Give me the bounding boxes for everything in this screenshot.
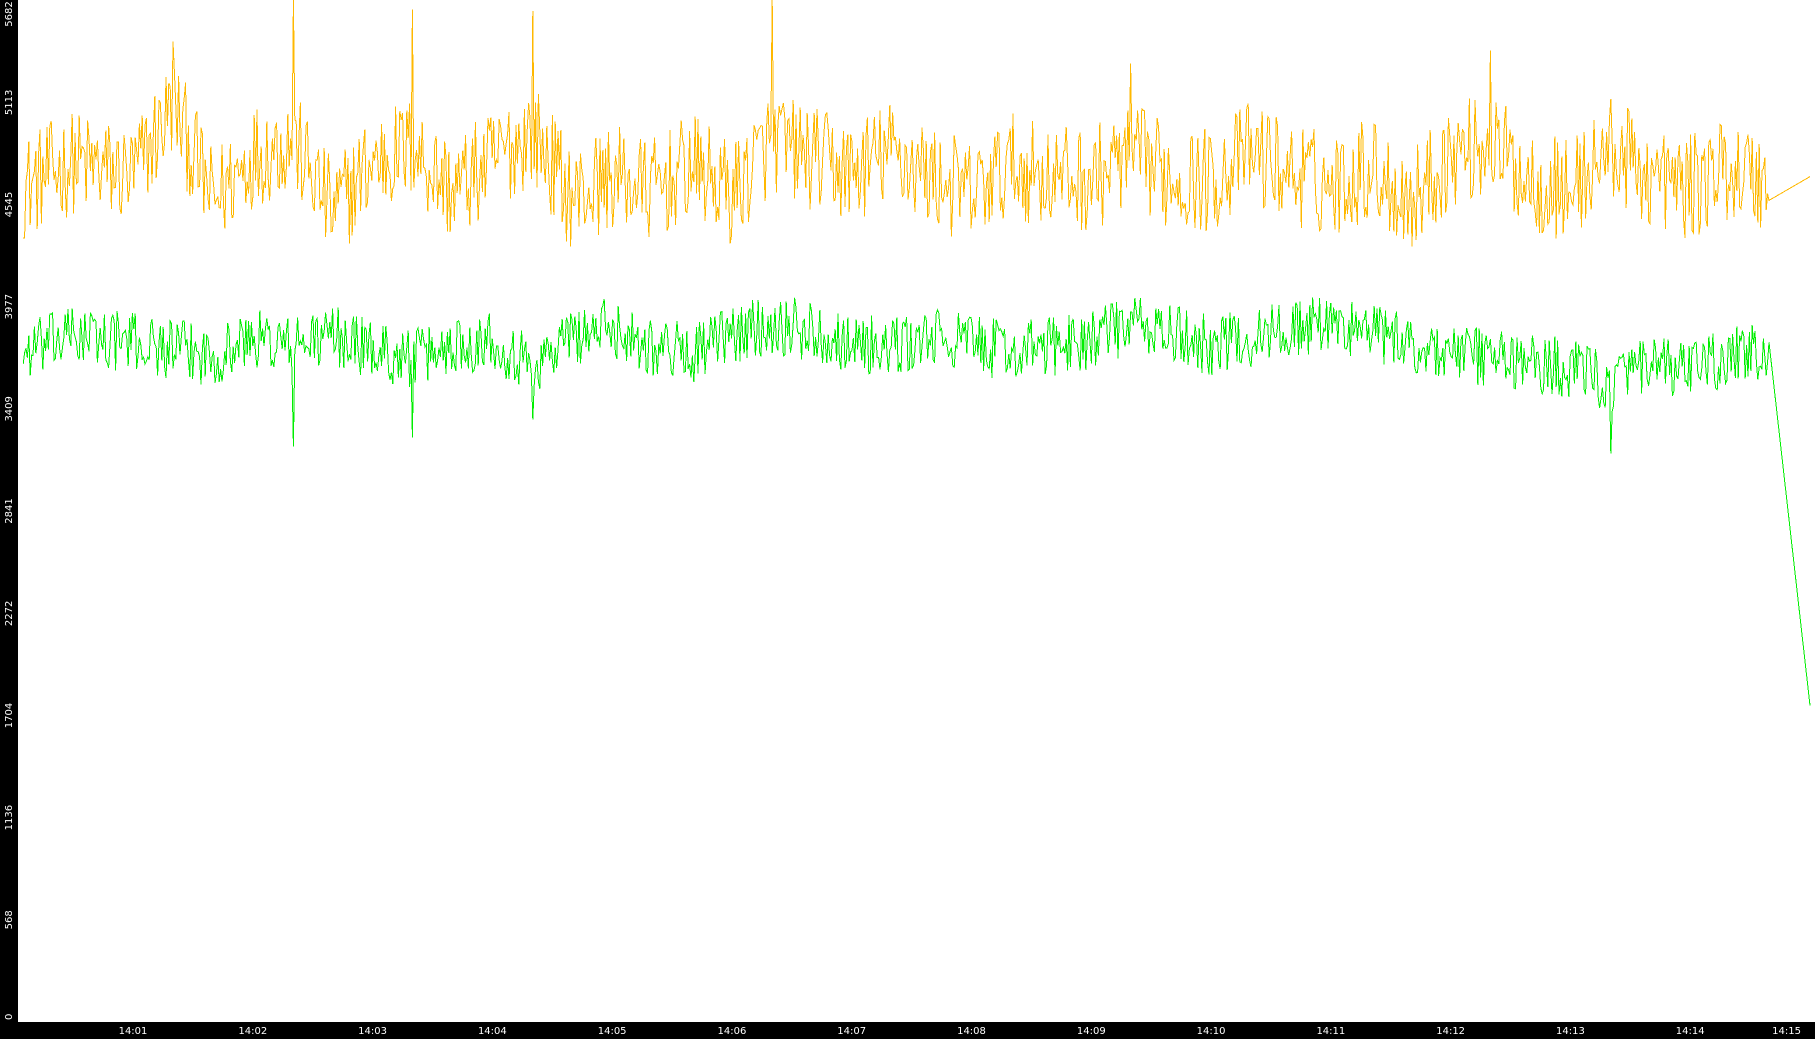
y-tick-label: 5682 [4,1,15,26]
y-tick-label: 1704 [4,703,15,728]
x-tick-label: 14:04 [478,1026,507,1037]
x-tick-label: 14:11 [1316,1026,1345,1037]
y-tick-label: 3977 [4,294,15,319]
y-tick-label: 3409 [4,396,15,421]
x-tick-label: 14:13 [1556,1026,1585,1037]
x-tick-label: 14:07 [837,1026,866,1037]
x-tick-label: 14:05 [598,1026,627,1037]
x-tick-label: 14:10 [1197,1026,1226,1037]
x-tick-label: 14:06 [718,1026,747,1037]
y-tick-label: 568 [4,910,15,929]
x-tick-label: 14:09 [1077,1026,1106,1037]
x-tick-label: 14:15 [1772,1026,1801,1037]
x-tick-label: 14:12 [1436,1026,1465,1037]
x-axis-panel [0,1022,1815,1039]
y-tick-label: 5113 [4,90,15,115]
y-tick-label: 1136 [4,805,15,830]
y-tick-label: 0 [4,1014,15,1020]
y-tick-label: 2841 [4,498,15,523]
x-tick-label: 14:01 [119,1026,148,1037]
x-tick-label: 14:02 [238,1026,267,1037]
x-tick-label: 14:14 [1676,1026,1705,1037]
line-chart: 0 568 1136 1704 2272 2841 3409 3977 4545 5113 5682… [0,0,1815,1039]
x-tick-label: 14:08 [957,1026,986,1037]
x-tick-label: 14:03 [358,1026,387,1037]
y-tick-label: 4545 [4,192,15,217]
y-tick-label: 2272 [4,601,15,626]
